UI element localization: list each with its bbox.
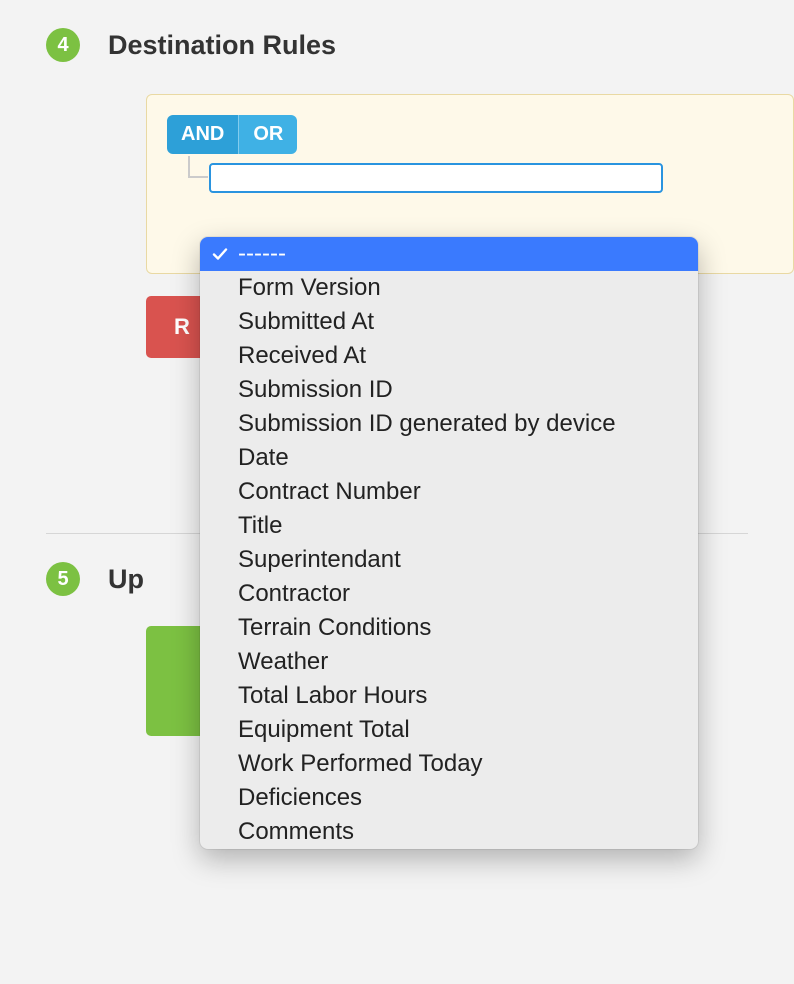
dropdown-option[interactable]: Work Performed Today [200, 747, 698, 781]
field-select[interactable] [209, 163, 663, 193]
dropdown-option[interactable]: Title [200, 509, 698, 543]
dropdown-option[interactable]: Contractor [200, 577, 698, 611]
dropdown-option-label: Title [238, 512, 282, 540]
dropdown-option-label: Weather [238, 648, 328, 676]
dropdown-option[interactable]: Received At [200, 339, 698, 373]
dropdown-option[interactable]: Submitted At [200, 305, 698, 339]
dropdown-option[interactable]: Weather [200, 645, 698, 679]
step-number: 5 [57, 568, 68, 591]
step-badge-4: 4 [46, 28, 80, 62]
logic-toggle: AND OR [167, 115, 297, 154]
dropdown-option[interactable]: Equipment Total [200, 713, 698, 747]
dropdown-option[interactable]: Comments [200, 815, 698, 849]
dropdown-option[interactable]: Superintendant [200, 543, 698, 577]
field-dropdown[interactable]: ------ Form Version Submitted At Received A… [200, 237, 698, 849]
dropdown-option-label: Submission ID generated by device [238, 410, 616, 438]
section-title: Up [108, 564, 144, 595]
section-header: 4 Destination Rules [0, 0, 794, 62]
dropdown-option-label: Deficiences [238, 784, 362, 812]
tree-connector [188, 176, 208, 178]
step-badge-5: 5 [46, 562, 80, 596]
dropdown-option[interactable]: ------ [200, 237, 698, 271]
dropdown-option-label: Superintendant [238, 546, 401, 574]
dropdown-option[interactable]: Deficiences [200, 781, 698, 815]
dropdown-option[interactable]: Date [200, 441, 698, 475]
dropdown-option[interactable]: Contract Number [200, 475, 698, 509]
dropdown-option[interactable]: Total Labor Hours [200, 679, 698, 713]
step-number: 4 [57, 34, 68, 57]
dropdown-option-label: Contractor [238, 580, 350, 608]
check-icon [212, 246, 228, 262]
dropdown-option[interactable]: Submission ID generated by device [200, 407, 698, 441]
dropdown-option-label: Terrain Conditions [238, 614, 431, 642]
dropdown-option-label: ------ [238, 240, 286, 268]
dropdown-option[interactable]: Submission ID [200, 373, 698, 407]
dropdown-option-label: Received At [238, 342, 366, 370]
dropdown-option-label: Date [238, 444, 289, 472]
dropdown-option-label: Total Labor Hours [238, 682, 427, 710]
dropdown-option-label: Submission ID [238, 376, 393, 404]
dropdown-option-label: Form Version [238, 274, 381, 302]
dropdown-option-label: Submitted At [238, 308, 374, 336]
logic-and-button[interactable]: AND [167, 115, 238, 154]
section-title: Destination Rules [108, 30, 336, 61]
dropdown-option[interactable]: Terrain Conditions [200, 611, 698, 645]
check-slot [210, 246, 230, 262]
dropdown-option-label: Contract Number [238, 478, 421, 506]
tree-connector [188, 156, 190, 176]
dropdown-option-label: Work Performed Today [238, 750, 483, 778]
dropdown-option[interactable]: Form Version [200, 271, 698, 305]
dropdown-option-label: Comments [238, 818, 354, 846]
logic-or-button[interactable]: OR [238, 115, 297, 154]
dropdown-option-label: Equipment Total [238, 716, 410, 744]
